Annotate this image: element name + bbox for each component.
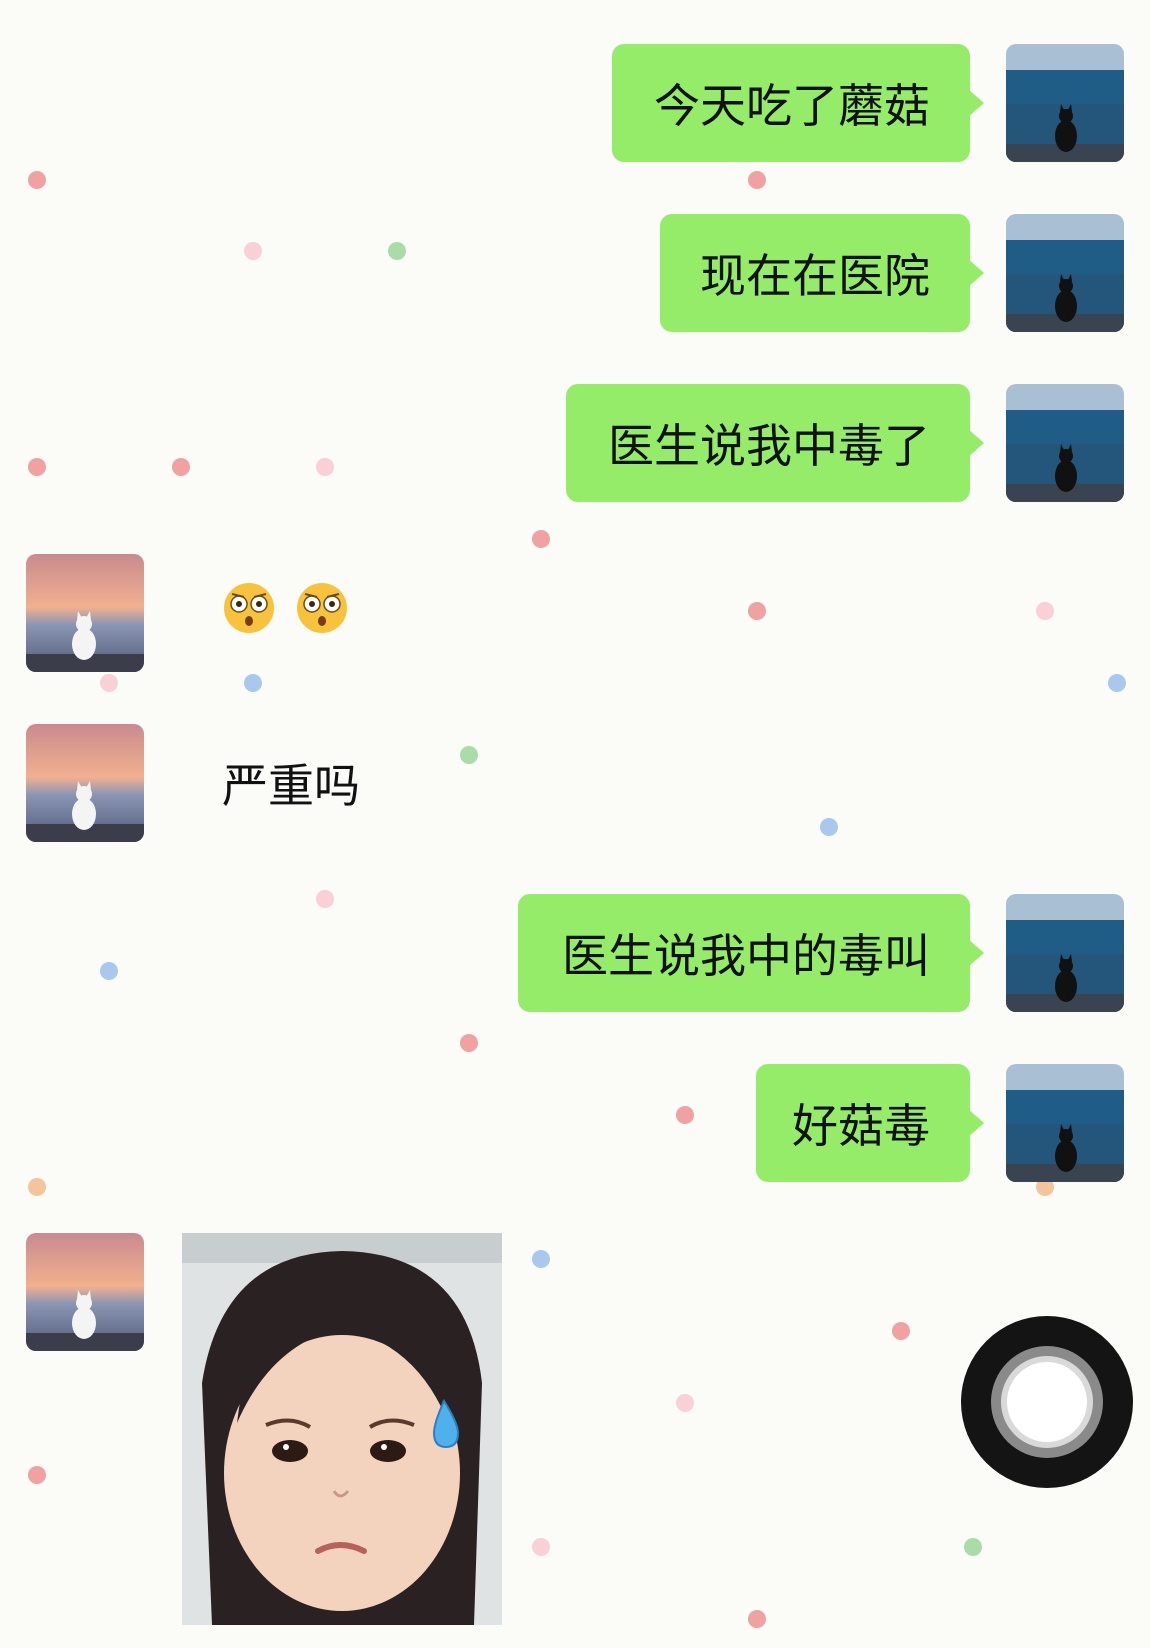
bg-dot <box>532 1250 550 1268</box>
bg-dot <box>28 458 46 476</box>
bg-dot <box>676 1394 694 1412</box>
chat-area[interactable]: 今天吃了蘑菇 现在在医院 医生说我中毒了 严重吗 医生说我中的毒叫 好菇毒 <box>0 0 1150 1648</box>
chat-bubble-outgoing[interactable]: 好菇毒 <box>756 1064 984 1182</box>
message-text: 好菇毒 <box>792 1099 930 1153</box>
bg-dot <box>100 962 118 980</box>
chat-bubble-outgoing[interactable]: 医生说我中毒了 <box>566 384 984 502</box>
assistive-touch-icon <box>961 1316 1133 1488</box>
bg-dot <box>460 1034 478 1052</box>
white-cat-sunset-avatar-icon <box>26 724 144 842</box>
message-text: 医生说我中毒了 <box>608 419 930 473</box>
self-avatar[interactable] <box>1006 1064 1124 1182</box>
bg-dot <box>316 458 334 476</box>
cat-sea-blue-avatar-icon <box>1006 894 1124 1012</box>
cat-sea-blue-avatar-icon <box>1006 44 1124 162</box>
bg-dot <box>820 818 838 836</box>
message-text: 现在在医院 <box>700 249 930 303</box>
message-text: 医生说我中的毒叫 <box>562 929 930 983</box>
chat-bubble-outgoing[interactable]: 现在在医院 <box>660 214 984 332</box>
bg-dot <box>964 1538 982 1556</box>
white-cat-sunset-avatar-icon <box>26 554 144 672</box>
chat-bubble-outgoing[interactable]: 医生说我中的毒叫 <box>518 894 984 1012</box>
bg-dot <box>460 746 478 764</box>
bg-dot <box>28 1466 46 1484</box>
peer-avatar[interactable] <box>26 1233 144 1351</box>
peer-avatar[interactable] <box>26 724 144 842</box>
cat-sea-blue-avatar-icon <box>1006 214 1124 332</box>
self-avatar[interactable] <box>1006 894 1124 1012</box>
bg-dot <box>748 171 766 189</box>
bg-dot <box>1108 674 1126 692</box>
bg-dot <box>316 890 334 908</box>
self-avatar[interactable] <box>1006 384 1124 502</box>
assistive-touch-button[interactable] <box>958 1313 1136 1491</box>
bg-dot <box>676 1106 694 1124</box>
message-text: 今天吃了蘑菇 <box>654 79 930 133</box>
cat-sea-blue-avatar-icon <box>1006 384 1124 502</box>
cat-sea-blue-avatar-icon <box>1006 1064 1124 1182</box>
girl-sweat-sticker[interactable] <box>182 1233 502 1625</box>
chat-bubble-incoming[interactable] <box>182 554 372 672</box>
flushed-face-icon <box>224 582 274 633</box>
bg-dot <box>244 242 262 260</box>
bg-dot <box>748 602 766 620</box>
white-cat-sunset-avatar-icon <box>26 1233 144 1351</box>
bg-dot <box>100 674 118 692</box>
girl-sweat-sticker-icon <box>182 1233 502 1625</box>
bg-dot <box>28 1178 46 1196</box>
bg-dot <box>892 1322 910 1340</box>
bg-dot <box>532 1538 550 1556</box>
message-text: 严重吗 <box>222 759 360 813</box>
flushed-face-emoji <box>222 581 353 646</box>
bg-dot <box>28 171 46 189</box>
bg-dot <box>532 530 550 548</box>
chat-bubble-incoming[interactable]: 严重吗 <box>182 724 402 842</box>
bg-dot <box>172 458 190 476</box>
bg-dot <box>748 1610 766 1628</box>
peer-avatar[interactable] <box>26 554 144 672</box>
bg-dot <box>244 674 262 692</box>
flushed-face-icon <box>296 582 347 633</box>
self-avatar[interactable] <box>1006 214 1124 332</box>
bg-dot <box>1036 602 1054 620</box>
self-avatar[interactable] <box>1006 44 1124 162</box>
chat-bubble-outgoing[interactable]: 今天吃了蘑菇 <box>612 44 984 162</box>
bg-dot <box>388 242 406 260</box>
